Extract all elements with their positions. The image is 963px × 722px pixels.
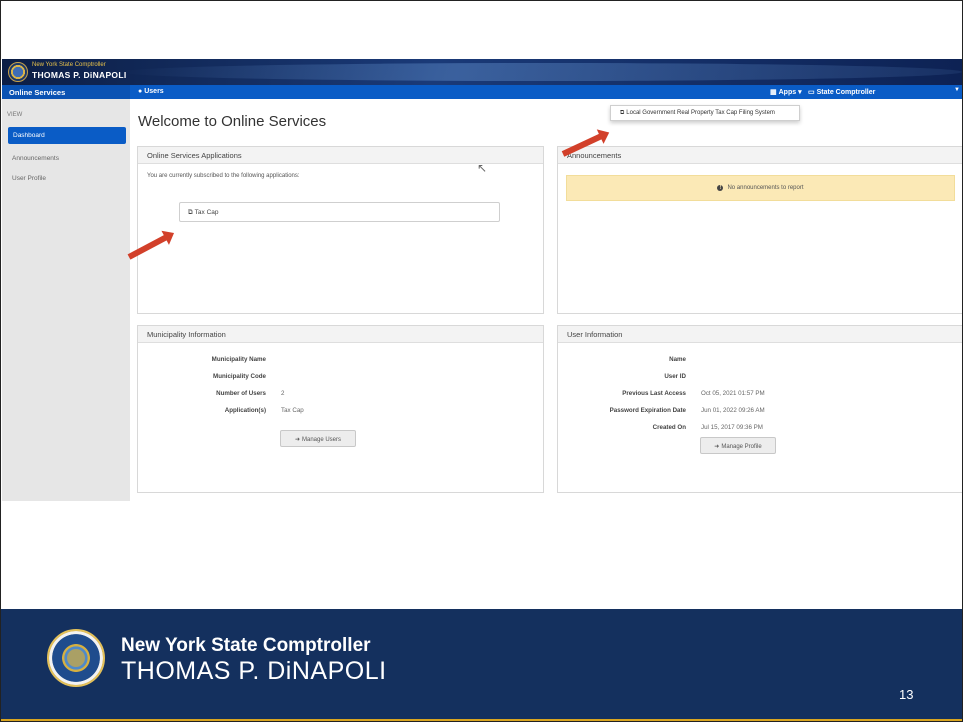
manage-profile-label: Manage Profile [721,444,762,450]
info-label: Number of Users [216,390,266,397]
info-label: Application(s) [224,407,266,414]
state-seal-icon [47,629,105,687]
info-row: Municipality Code [138,373,266,381]
mouse-cursor-icon: ↖ [477,161,488,175]
footer-line2: THOMAS P. DiNAPOLI [121,657,387,685]
info-row: Application(s) [138,407,266,415]
info-row: Name [558,356,686,364]
info-row: User ID [558,373,686,381]
banner-line2: THOMAS P. DiNAPOLI [32,70,127,80]
apps-dropdown-item[interactable]: ⧉ Local Government Real Property Tax Cap … [610,105,800,121]
navbar: Online Services ● Users ▦ Apps ▾ ▭ State Co… [2,85,962,99]
nav-state-comptroller[interactable]: ▭ State Comptroller [808,88,875,96]
announcements-panel: Announcements ! No announcements to repor… [557,146,962,314]
arrow-right-icon: ➜ [714,444,720,450]
info-value: Tax Cap [281,407,304,414]
info-row: Municipality Name [138,356,266,364]
apps-panel-intro: You are currently subscribed to the foll… [147,173,300,179]
state-seal-icon [8,62,28,82]
info-icon: ! [717,185,724,191]
info-label: Municipality Code [213,373,266,380]
chevron-down-icon[interactable]: ▼ [954,87,960,93]
nav-users[interactable]: ● Users [138,88,164,95]
sidebar-item-user-profile[interactable]: User Profile [12,175,46,182]
announcements-alert: ! No announcements to report [566,175,955,201]
tax-cap-app-link[interactable]: ⧉ Tax Cap [179,202,500,222]
browser-screenshot: New York State Comptroller THOMAS P. DiN… [2,59,962,509]
external-link-icon: ⧉ [620,110,625,116]
sidebar-section-label: VIEW [7,112,23,118]
info-label: User ID [664,373,686,380]
municipality-panel-title: Municipality Information [138,326,543,343]
external-link-icon: ⧉ [188,209,193,216]
announcements-panel-title: Announcements [558,147,962,164]
page-title: Welcome to Online Services [138,113,327,130]
user-info-panel: User Information Name User ID Previous L… [557,325,962,493]
municipality-panel: Municipality Information Municipality Na… [137,325,544,493]
banner-line1: New York State Comptroller [32,62,106,68]
info-value: Oct 05, 2021 01:57 PM [701,390,765,397]
nav-apps-menu[interactable]: ▦ Apps ▾ [770,88,802,96]
header-banner: New York State Comptroller THOMAS P. DiN… [2,59,962,85]
nav-brand[interactable]: Online Services [2,85,130,99]
info-row: Previous Last Access [558,390,686,398]
info-label: Name [669,356,686,363]
info-label: Password Expiration Date [609,407,686,414]
manage-users-button[interactable]: ➜ Manage Users [280,430,356,447]
dropdown-item-label: Local Government Real Property Tax Cap F… [626,110,775,116]
alert-message: No announcements to report [727,185,804,191]
banner-swoosh [118,63,962,81]
info-value: Jun 01, 2022 09:26 AM [701,407,765,414]
tax-cap-label: Tax Cap [194,209,219,216]
presentation-slide: New York State Comptroller THOMAS P. DiN… [0,0,963,722]
info-row: Created On [558,424,686,432]
seal-center [67,649,85,667]
arrow-right-icon: ➜ [294,437,300,443]
info-row: Password Expiration Date [558,407,686,415]
user-info-panel-title: User Information [558,326,962,343]
manage-users-label: Manage Users [302,437,342,443]
nav-apps-label: Apps ▾ [778,89,802,96]
sidebar: VIEW Dashboard Announcements User Profil… [2,99,130,501]
manage-profile-button[interactable]: ➜ Manage Profile [700,437,776,454]
info-value: 2 [281,390,285,397]
slide-footer: New York State Comptroller THOMAS P. DiN… [1,609,962,721]
user-icon: ● [138,88,143,95]
building-icon: ▭ [808,89,815,96]
info-label: Municipality Name [211,356,266,363]
nav-sc-label: State Comptroller [816,89,876,96]
grid-icon: ▦ [770,89,777,96]
page-number: 13 [899,687,914,702]
info-row: Number of Users [138,390,266,398]
info-value: Jul 15, 2017 09:36 PM [701,424,763,431]
sidebar-item-dashboard[interactable]: Dashboard [8,127,126,144]
nav-users-label: Users [144,88,164,95]
info-label: Previous Last Access [622,390,686,397]
info-label: Created On [652,424,686,431]
sidebar-item-announcements[interactable]: Announcements [12,155,59,162]
footer-line1: New York State Comptroller [121,635,371,656]
